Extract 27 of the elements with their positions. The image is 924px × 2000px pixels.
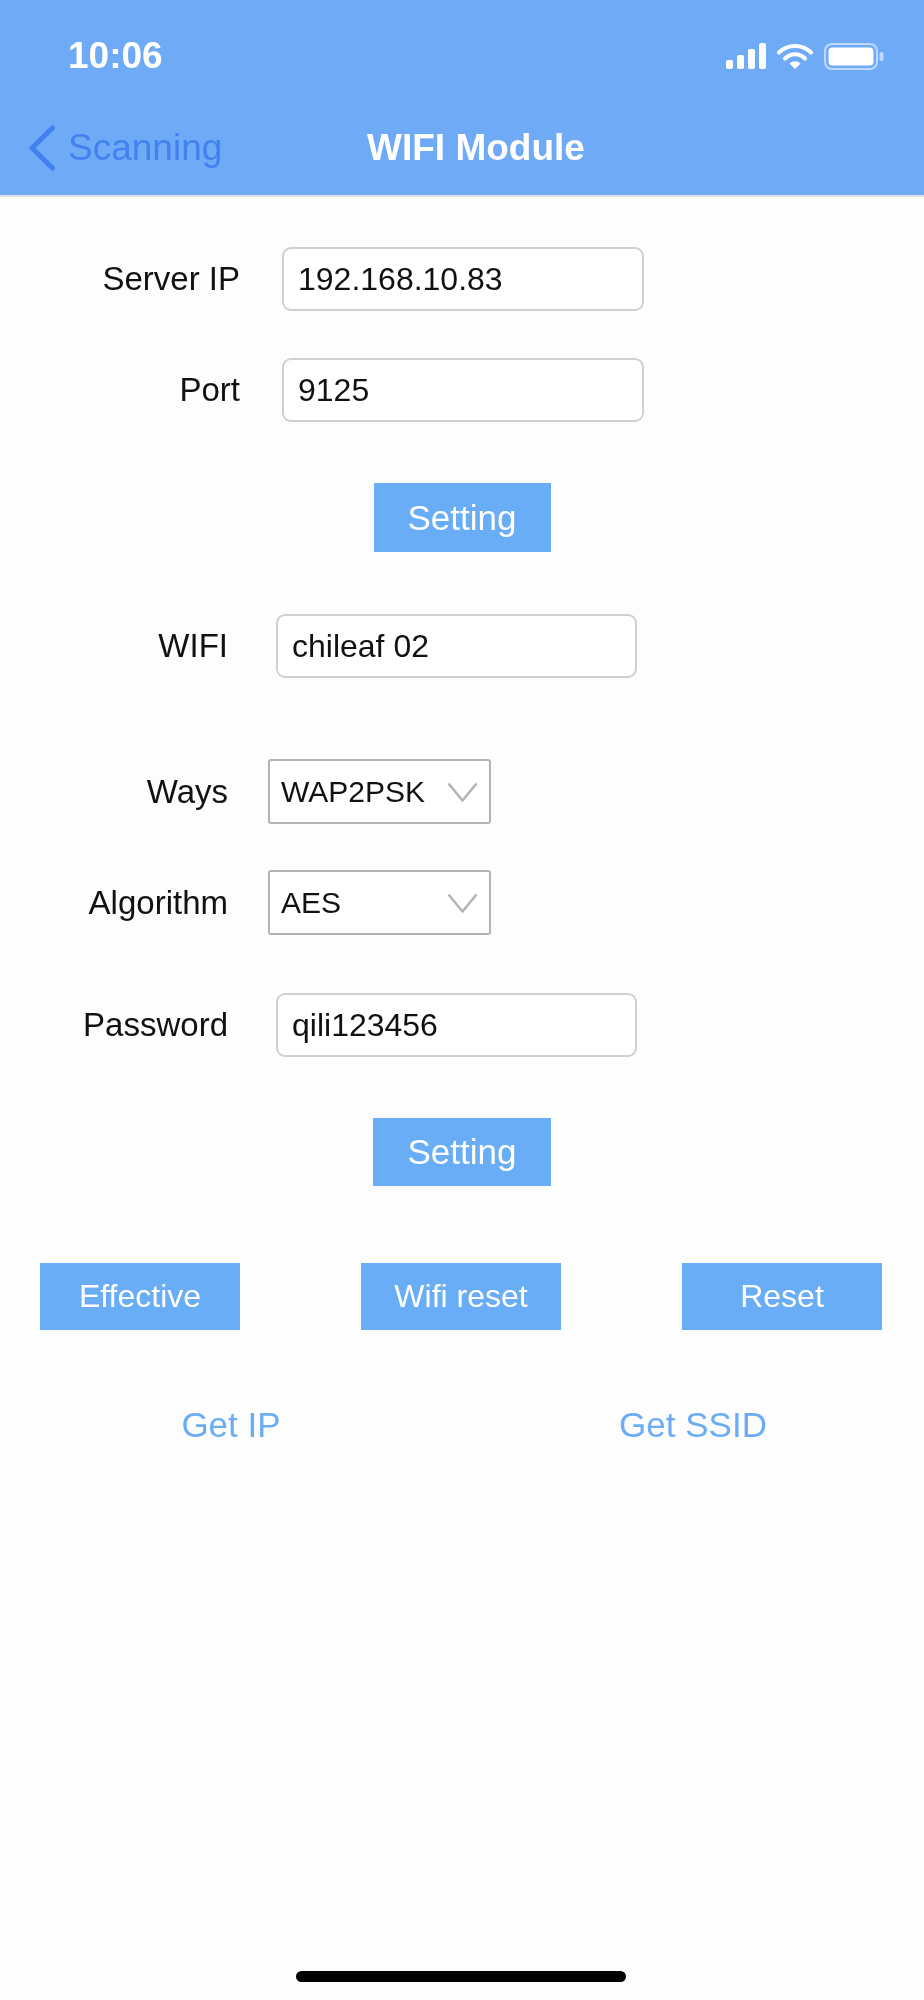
screen-title: WIFI Module <box>367 125 585 170</box>
dropdown-field[interactable]: WAP2PSK <box>268 759 491 824</box>
battery-icon <box>824 42 884 70</box>
input-field[interactable]: 192.168.10.83 <box>282 247 644 311</box>
field-label: Algorithm <box>88 882 228 923</box>
action-button[interactable]: Setting <box>373 1118 551 1186</box>
field-label: Port <box>179 370 240 410</box>
wifi-icon <box>777 43 813 69</box>
chevron-down-icon <box>447 892 478 913</box>
signal-icon <box>726 43 766 69</box>
input-field[interactable]: qili123456 <box>276 993 637 1057</box>
text-link[interactable]: Get SSID <box>619 1404 767 1446</box>
input-field[interactable]: 9125 <box>282 358 644 422</box>
action-button[interactable]: Effective <box>40 1263 240 1330</box>
field-label: Password <box>83 1005 228 1045</box>
status-time: 10:06 <box>68 35 163 77</box>
chevron-down-icon <box>447 781 478 802</box>
action-button[interactable]: Reset <box>682 1263 882 1330</box>
field-label: Server IP <box>102 259 240 299</box>
field-label: WIFI <box>158 626 228 666</box>
field-label: Ways <box>146 771 228 812</box>
action-button[interactable]: Wifi reset <box>361 1263 561 1330</box>
chevron-left-icon <box>28 125 56 171</box>
text-link[interactable]: Get IP <box>181 1404 281 1446</box>
dropdown-field[interactable]: AES <box>268 870 491 935</box>
input-field[interactable]: chileaf 02 <box>276 614 637 678</box>
action-button[interactable]: Setting <box>373 483 551 552</box>
